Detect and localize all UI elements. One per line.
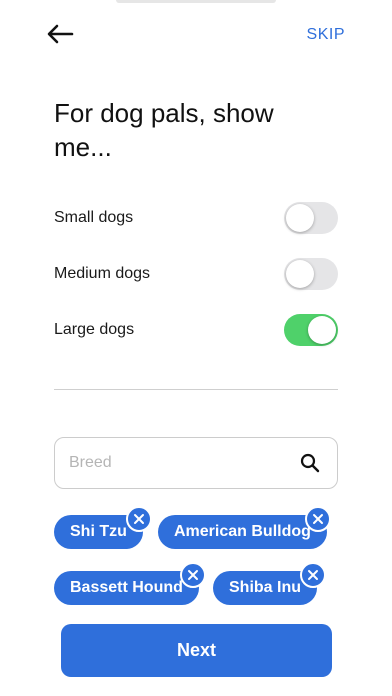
next-button[interactable]: Next — [61, 624, 332, 677]
preference-row-small: Small dogs — [54, 200, 338, 236]
breed-search-input[interactable] — [69, 454, 299, 472]
arrow-left-icon — [47, 24, 74, 44]
small-dogs-toggle[interactable] — [284, 202, 338, 234]
toggle-knob — [308, 316, 336, 344]
remove-chip-button[interactable] — [305, 506, 331, 532]
preference-label: Medium dogs — [54, 265, 151, 282]
skip-button[interactable]: SKIP — [307, 26, 345, 44]
breed-chip-bassett-hound: Bassett Hound — [54, 571, 199, 605]
divider — [54, 389, 338, 390]
toggle-knob — [286, 260, 314, 288]
breed-chip-american-bulldog: American Bulldog — [158, 515, 327, 549]
large-dogs-toggle[interactable] — [284, 314, 338, 346]
page-title: For dog pals, show me... — [54, 98, 274, 162]
preference-label: Small dogs — [54, 209, 134, 226]
close-icon — [313, 514, 323, 524]
status-notch — [116, 0, 276, 3]
chip-label: Shiba Inu — [229, 579, 301, 596]
close-icon — [134, 514, 144, 524]
back-button[interactable] — [44, 20, 76, 48]
close-icon — [308, 570, 318, 580]
remove-chip-button[interactable] — [180, 562, 206, 588]
preference-label: Large dogs — [54, 321, 135, 338]
chip-label: Shi Tzu — [70, 523, 127, 540]
breed-search-box — [54, 437, 338, 489]
preference-row-large: Large dogs — [54, 312, 338, 348]
remove-chip-button[interactable] — [300, 562, 326, 588]
remove-chip-button[interactable] — [126, 506, 152, 532]
close-icon — [188, 570, 198, 580]
chip-label: Bassett Hound — [70, 579, 183, 596]
search-icon[interactable] — [299, 452, 321, 474]
preference-row-medium: Medium dogs — [54, 256, 338, 292]
toggle-knob — [286, 204, 314, 232]
chip-label: American Bulldog — [174, 523, 311, 540]
medium-dogs-toggle[interactable] — [284, 258, 338, 290]
